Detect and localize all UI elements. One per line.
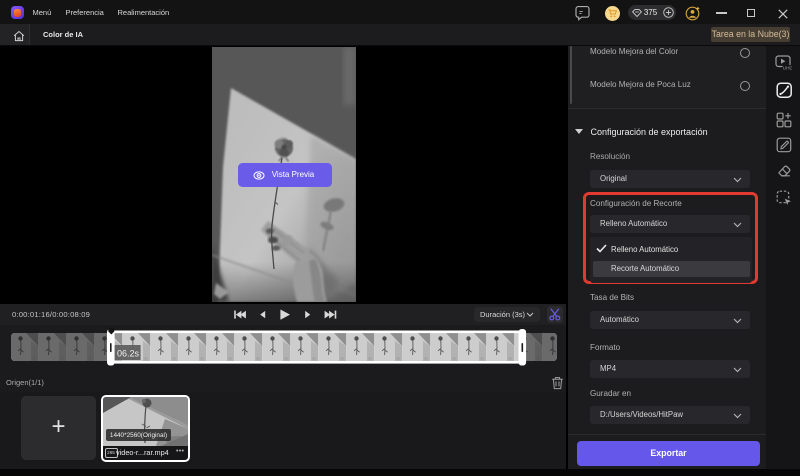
- svg-text:UHD: UHD: [783, 65, 792, 70]
- svg-text:06.2s: 06.2s: [117, 349, 140, 359]
